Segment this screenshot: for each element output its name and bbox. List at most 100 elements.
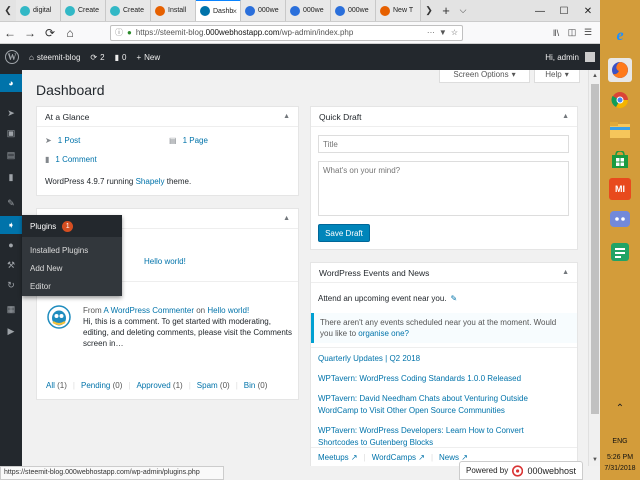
comment-filter-link[interactable]: All: [46, 381, 55, 390]
commenter-link[interactable]: A WordPress Commenter: [103, 306, 194, 315]
comment-filter-link[interactable]: Spam: [197, 381, 218, 390]
tools-wrench-icon[interactable]: ⚒: [0, 256, 22, 274]
browser-tab[interactable]: 000we: [331, 0, 376, 21]
media-icon[interactable]: ▣: [0, 124, 22, 142]
news-item-link[interactable]: WPTavern: WordPress Developers: Learn Ho…: [318, 421, 550, 453]
pocket-icon[interactable]: ▼: [439, 28, 447, 37]
news-item-link[interactable]: Quarterly Updates | Q2 2018: [318, 349, 550, 369]
help-button[interactable]: Help ▾: [534, 70, 580, 83]
wp-logo-menu[interactable]: W: [0, 44, 24, 70]
settings-icon[interactable]: ↻: [0, 276, 22, 294]
language-indicator[interactable]: ENG: [600, 438, 640, 445]
filter-separator: |: [188, 381, 191, 390]
my-account-menu[interactable]: Hi, admin: [540, 44, 600, 70]
home-icon[interactable]: ⌂: [60, 23, 80, 43]
info-icon[interactable]: ⓘ: [115, 27, 123, 38]
organise-link[interactable]: organise one?: [358, 329, 409, 338]
dashboard-icon[interactable]: ◕: [0, 74, 22, 92]
collapse-menu-icon[interactable]: ▶: [0, 322, 22, 340]
toggle-arrow-icon[interactable]: ▲: [283, 113, 290, 120]
site-name-menu[interactable]: ⌂ steemit-blog: [24, 44, 85, 70]
file-explorer-icon[interactable]: [608, 118, 632, 142]
status-url: https://steemit-blog.000webhostapp.com/w…: [0, 466, 224, 480]
scrollbar-thumb[interactable]: [591, 84, 599, 414]
plugins-icon[interactable]: ➧: [0, 216, 22, 234]
save-draft-button[interactable]: Save Draft: [318, 224, 370, 242]
comment-filter-link[interactable]: Approved: [136, 381, 170, 390]
draft-title-input[interactable]: [318, 135, 569, 153]
browser-tab[interactable]: digital: [16, 0, 61, 21]
clock-date[interactable]: 7/31/2018: [600, 465, 640, 472]
appearance-icon[interactable]: ✎: [0, 194, 22, 212]
bookmark-star-icon[interactable]: ☆: [451, 28, 458, 37]
screen-options-button[interactable]: Screen Options ▾: [439, 70, 530, 83]
comment-filter-link[interactable]: Bin: [244, 381, 256, 390]
draft-content-textarea[interactable]: [318, 161, 569, 216]
posts-count-link[interactable]: 1 Post: [58, 136, 81, 145]
comments-menu[interactable]: ▮ 0: [110, 44, 132, 70]
users-icon[interactable]: ●: [0, 236, 22, 254]
chrome-browser-icon[interactable]: [608, 88, 632, 112]
menu-icon[interactable]: ☰: [580, 27, 596, 38]
browser-tab[interactable]: 000we: [286, 0, 331, 21]
close-tab-icon[interactable]: ×: [232, 7, 237, 16]
mi-app-icon[interactable]: MI: [609, 178, 631, 200]
comment-filter-link[interactable]: Pending: [81, 381, 110, 390]
sidebar-icon[interactable]: ◫: [564, 27, 580, 38]
new-tab-plus-icon[interactable]: +: [437, 0, 455, 21]
minimize-window-button[interactable]: —: [528, 0, 552, 22]
tab-favicon-icon: [155, 5, 165, 16]
sheets-app-icon[interactable]: [608, 240, 632, 264]
tab-scroll-left-icon[interactable]: ❮: [0, 0, 16, 21]
add-new-plugin-link[interactable]: Add New: [22, 259, 122, 277]
back-arrow-icon[interactable]: ←: [0, 23, 20, 43]
toggle-arrow-icon[interactable]: ▲: [562, 113, 569, 120]
comment-post-link[interactable]: Hello world!: [207, 306, 249, 315]
reload-icon[interactable]: ⟳: [40, 23, 60, 43]
installed-plugins-link[interactable]: Installed Plugins: [22, 241, 122, 259]
browser-tab[interactable]: Dashb ×: [196, 0, 241, 21]
browser-tab[interactable]: 000we: [241, 0, 286, 21]
clock-time[interactable]: 5:26 PM: [600, 454, 640, 461]
pages-icon[interactable]: ▤: [0, 146, 22, 164]
news-item-link[interactable]: WPTavern: WordPress Coding Standards 1.0…: [318, 369, 550, 389]
plugins-menu-header[interactable]: Plugins 1: [22, 215, 122, 237]
library-icon[interactable]: ‖\: [548, 28, 564, 38]
discord-icon[interactable]: [608, 208, 632, 232]
updates-menu[interactable]: ⟳ 2: [85, 44, 109, 70]
posts-pin-icon[interactable]: ➤: [0, 104, 22, 122]
comment-filters: All (1) | Pending (0) | Approved (1) | Spam (0…: [46, 381, 267, 390]
browser-tab[interactable]: Create: [61, 0, 106, 21]
maximize-window-button[interactable]: ☐: [552, 0, 576, 22]
browser-tab[interactable]: Create: [106, 0, 151, 21]
store-icon[interactable]: [608, 148, 632, 172]
browser-tab[interactable]: Install: [151, 0, 196, 21]
url-bar[interactable]: ⓘ ● https://steemit-blog.000webhostapp.c…: [110, 24, 463, 41]
page-scrollbar[interactable]: ▲ ▼: [588, 70, 600, 466]
edge-browser-icon[interactable]: e: [608, 24, 632, 48]
extra-menu-icon[interactable]: ▦: [0, 300, 22, 318]
theme-link[interactable]: Shapely: [136, 177, 165, 186]
news-item-link[interactable]: WPTavern: David Needham Chats about Vent…: [318, 389, 550, 421]
tab-list-dropdown-icon[interactable]: ⌵: [455, 0, 471, 21]
events-footer-link[interactable]: Meetups ↗: [318, 453, 358, 462]
tab-scroll-right-icon[interactable]: ❯: [421, 0, 437, 21]
firefox-browser-icon[interactable]: [608, 58, 632, 82]
comments-icon[interactable]: ▮: [0, 168, 22, 186]
edit-location-pencil-icon[interactable]: ✎: [451, 294, 458, 303]
toggle-arrow-icon[interactable]: ▲: [562, 269, 569, 276]
show-hidden-icons-chevron-icon[interactable]: ⌃: [608, 396, 632, 420]
toggle-arrow-icon[interactable]: ▲: [283, 215, 290, 222]
recent-post-link[interactable]: Hello world!: [144, 257, 186, 266]
new-content-menu[interactable]: + New: [131, 44, 165, 70]
forward-arrow-icon[interactable]: →: [20, 23, 40, 43]
comments-count-link[interactable]: 1 Comment: [55, 155, 96, 164]
commenter-avatar: [47, 305, 71, 329]
close-window-button[interactable]: ✕: [576, 0, 600, 22]
plugin-editor-link[interactable]: Editor: [22, 277, 122, 295]
pages-count-link[interactable]: 1 Page: [183, 136, 208, 145]
page-actions-icon[interactable]: ···: [427, 28, 435, 37]
events-footer-link[interactable]: WordCamps ↗: [372, 453, 425, 462]
browser-tab[interactable]: New T: [376, 0, 421, 21]
powered-by-badge[interactable]: Powered by 000webhost: [459, 461, 583, 480]
